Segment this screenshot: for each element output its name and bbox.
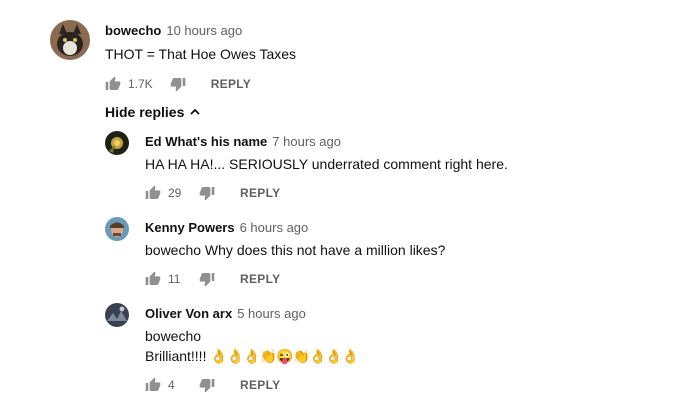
comment-author[interactable]: Oliver Von arx 5 hours ago xyxy=(145,306,306,321)
author-name[interactable]: bowecho xyxy=(105,23,161,38)
thumbs-up-icon[interactable] xyxy=(144,376,162,394)
avatar[interactable] xyxy=(50,20,90,60)
comment-timestamp[interactable]: 7 hours ago xyxy=(272,134,341,149)
comment-actions: 29 REPLY xyxy=(144,183,280,203)
comment-text: Brilliant!!!! xyxy=(145,348,207,364)
thumbs-up-icon[interactable] xyxy=(144,184,162,202)
like-count: 11 xyxy=(168,272,181,286)
thumbs-down-icon[interactable] xyxy=(198,184,216,202)
comment-text-line: Brilliant!!!! 👌👌👌👏😜👏👌👌👌 xyxy=(145,345,359,367)
hide-replies-label: Hide replies xyxy=(105,104,185,120)
comment-actions: 11 REPLY xyxy=(144,269,280,289)
comment-actions: 1.7K REPLY xyxy=(104,74,251,94)
thumbs-down-icon[interactable] xyxy=(198,270,216,288)
comment-text: HA HA HA!... SERIOUSLY underrated commen… xyxy=(145,156,508,172)
avatar[interactable] xyxy=(105,303,129,327)
thumbs-down-icon[interactable] xyxy=(169,75,187,93)
author-name[interactable]: Ed What's his name xyxy=(145,134,267,149)
thumbs-up-icon[interactable] xyxy=(104,75,122,93)
reply-button[interactable]: REPLY xyxy=(240,378,280,392)
thumbs-up-icon[interactable] xyxy=(144,270,162,288)
comment-timestamp[interactable]: 6 hours ago xyxy=(240,220,309,235)
avatar[interactable] xyxy=(105,217,129,241)
author-name[interactable]: Kenny Powers xyxy=(145,220,235,235)
comment-timestamp[interactable]: 10 hours ago xyxy=(166,23,242,38)
reply-button[interactable]: REPLY xyxy=(240,186,280,200)
chevron-up-icon xyxy=(190,108,201,115)
comment-timestamp[interactable]: 5 hours ago xyxy=(237,306,306,321)
like-count: 4 xyxy=(168,378,175,392)
comment-author[interactable]: bowecho 10 hours ago xyxy=(105,23,242,38)
author-name[interactable]: Oliver Von arx xyxy=(145,306,232,321)
reply-button[interactable]: REPLY xyxy=(211,77,251,91)
reply-button[interactable]: REPLY xyxy=(240,272,280,286)
comment-text: bowecho Why does this not have a million… xyxy=(145,242,446,258)
comment-author[interactable]: Ed What's his name 7 hours ago xyxy=(145,134,341,149)
avatar[interactable] xyxy=(105,131,129,155)
comment-actions: 4 REPLY xyxy=(144,375,280,395)
thumbs-down-icon[interactable] xyxy=(198,376,216,394)
emoji-sequence: 👌👌👌👏😜👏👌👌👌 xyxy=(210,348,359,364)
hide-replies-button[interactable]: Hide replies xyxy=(105,104,201,120)
comment-text-line: bowecho xyxy=(145,328,202,344)
comment-author[interactable]: Kenny Powers 6 hours ago xyxy=(145,220,308,235)
like-count: 1.7K xyxy=(128,77,153,91)
like-count: 29 xyxy=(168,186,182,200)
comment-text: THOT = That Hoe Owes Taxes xyxy=(105,46,297,62)
